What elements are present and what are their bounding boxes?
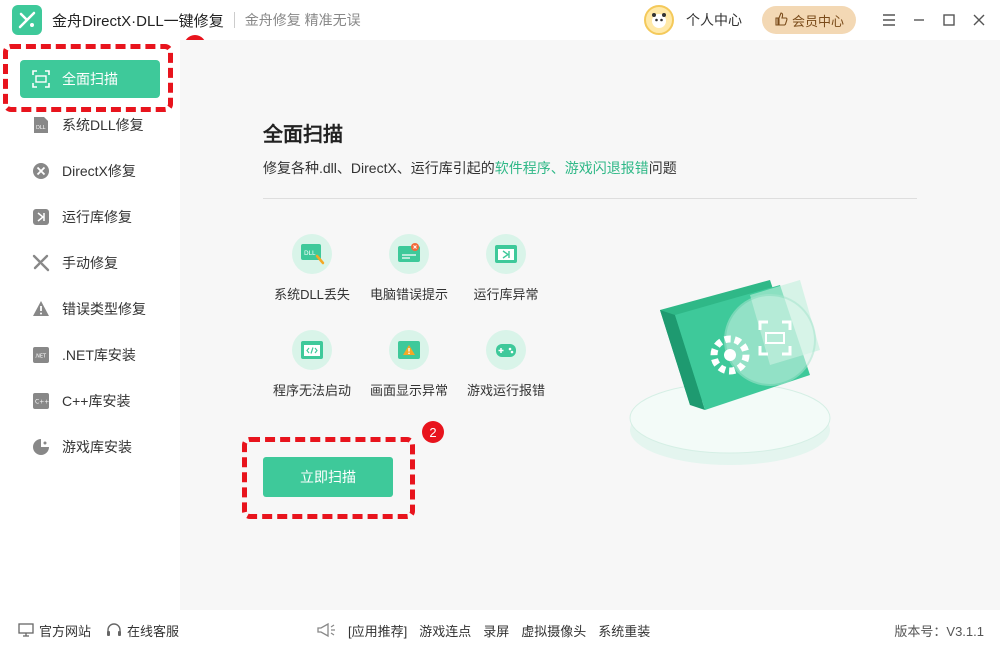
title-bar: 金舟DirectX·DLL一键修复 金舟修复 精准无误 个人中心 会员中心: [0, 0, 1000, 40]
description-highlight: 软件程序、游戏闪退报错: [494, 160, 649, 176]
game-icon: [32, 438, 50, 456]
directx-icon: [32, 162, 50, 180]
promo-link-game-clicker[interactable]: 游戏连点: [419, 621, 471, 640]
megaphone-icon: [316, 622, 336, 638]
sidebar-item-cpp[interactable]: C++ C++库安装: [20, 382, 160, 420]
feature-error-prompt: 电脑错误提示: [359, 234, 459, 303]
description-suffix: 问题: [648, 160, 677, 176]
warning-icon: [32, 300, 50, 318]
code-window-icon: [292, 330, 332, 370]
footer: 官方网站 在线客服 [应用推荐] 游戏连点 录屏 虚拟摄像头 系统重装 版本号：…: [0, 610, 1000, 650]
feature-display-error: 画面显示异常: [359, 330, 459, 399]
page-description: 修复各种.dll、DirectX、运行库引起的软件程序、游戏闪退报错问题: [263, 158, 677, 178]
sidebar-item-label: 错误类型修复: [62, 301, 146, 317]
monitor-icon: [18, 622, 34, 638]
scan-illustration: [629, 280, 831, 465]
runtime-icon: [32, 208, 50, 226]
sidebar-item-manual-repair[interactable]: 手动修复: [20, 244, 160, 282]
sidebar-item-runtime[interactable]: 运行库修复: [20, 198, 160, 236]
sidebar-item-label: .NET库安装: [62, 347, 136, 363]
maximize-icon[interactable]: [934, 0, 964, 40]
sidebar-item-label: 运行库修复: [62, 209, 132, 225]
feature-label: 运行库异常: [473, 287, 539, 302]
version-label: 版本号：V3.1.1: [894, 623, 984, 639]
avatar[interactable]: [643, 5, 674, 35]
online-service-link[interactable]: 在线客服: [106, 621, 179, 640]
close-icon[interactable]: [964, 0, 994, 40]
feature-dll-missing: DLL 系统DLL丢失: [262, 234, 362, 303]
sidebar: 全面扫描 DLL 系统DLL修复 DirectX修复 运行库修复 手动修复 错误…: [0, 40, 180, 610]
official-site-link[interactable]: 官方网站: [18, 621, 91, 640]
feature-program-cant-start: 程序无法启动: [262, 330, 362, 399]
thumbs-up-icon: [774, 11, 788, 29]
sidebar-item-error-type[interactable]: 错误类型修复: [20, 290, 160, 328]
promo-link-system-reinstall[interactable]: 系统重装: [598, 621, 650, 640]
svg-text:.NET: .NET: [35, 354, 47, 360]
dotnet-icon: .NET: [32, 346, 50, 364]
online-service-label: 在线客服: [127, 623, 180, 639]
cpp-icon: C++: [32, 392, 50, 410]
main-panel: 全面扫描 修复各种.dll、DirectX、运行库引起的软件程序、游戏闪退报错问…: [180, 40, 1000, 610]
promo-link-screen-record[interactable]: 录屏: [483, 621, 509, 640]
svg-text:C++: C++: [35, 399, 49, 406]
sidebar-item-game-lib[interactable]: 游戏库安装: [20, 428, 160, 466]
minimize-icon[interactable]: [904, 0, 934, 40]
menu-icon[interactable]: [874, 0, 904, 40]
error-window-icon: [389, 234, 429, 274]
feature-label: 程序无法启动: [272, 383, 351, 398]
sidebar-item-label: 游戏库安装: [62, 439, 132, 455]
official-site-label: 官方网站: [39, 623, 92, 639]
app-title: 金舟DirectX·DLL一键修复: [52, 12, 224, 30]
description-text: 修复各种.dll、DirectX、运行库引起的: [263, 160, 495, 176]
app-promo-bar: [应用推荐] 游戏连点 录屏 虚拟摄像头 系统重装: [316, 621, 650, 640]
feature-game-error: 游戏运行报错: [456, 330, 556, 399]
sidebar-item-label: 手动修复: [62, 255, 118, 271]
user-center-link[interactable]: 个人中心: [686, 10, 742, 30]
runtime-window-icon: [486, 234, 526, 274]
sidebar-item-label: C++库安装: [62, 393, 131, 409]
feature-label: 系统DLL丢失: [274, 287, 350, 302]
divider: [263, 198, 917, 199]
vip-center-button[interactable]: 会员中心: [761, 6, 856, 34]
display-warning-icon: [389, 330, 429, 370]
promo-label: [应用推荐]: [348, 623, 408, 639]
title-separator: [233, 12, 235, 28]
svg-text:DLL: DLL: [36, 125, 46, 131]
dll-icon: DLL: [32, 116, 50, 134]
headset-icon: [106, 622, 122, 638]
promo-link-virtual-camera[interactable]: 虚拟摄像头: [521, 621, 586, 640]
dll-file-icon: DLL: [292, 234, 332, 274]
app-logo-icon: [12, 5, 42, 35]
vip-center-label: 会员中心: [791, 13, 844, 29]
app-slogan: 金舟修复 精准无误: [244, 12, 361, 28]
feature-label: 游戏运行报错: [466, 383, 545, 398]
sidebar-item-label: DirectX修复: [62, 163, 136, 179]
feature-runtime-error: 运行库异常: [456, 234, 556, 303]
annotation-box-1: [3, 44, 173, 112]
feature-label: 电脑错误提示: [369, 287, 448, 302]
feature-label: 画面显示异常: [369, 383, 448, 398]
gamepad-icon: [486, 330, 526, 370]
sidebar-item-dotnet[interactable]: .NET .NET库安装: [20, 336, 160, 374]
svg-text:DLL: DLL: [304, 250, 316, 257]
sidebar-item-label: 系统DLL修复: [62, 117, 144, 133]
annotation-badge-2: 2: [422, 421, 444, 443]
page-title: 全面扫描: [263, 124, 343, 146]
wrench-icon: [32, 254, 50, 272]
sidebar-item-directx[interactable]: DirectX修复: [20, 152, 160, 190]
annotation-box-2: [242, 437, 415, 519]
